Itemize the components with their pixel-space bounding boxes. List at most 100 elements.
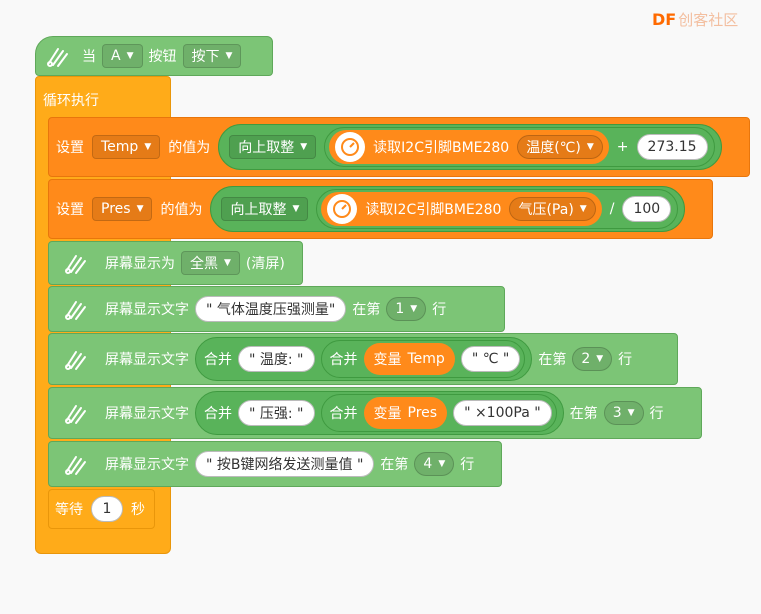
oled-screen-icon xyxy=(53,341,99,377)
pres-field-value: 气压(Pa) xyxy=(518,202,574,218)
line2-join2: 合并 xyxy=(329,352,358,368)
pres-sensor-read[interactable]: 读取I2C引脚BME280 气压(Pa) ▼ xyxy=(321,192,602,226)
hat-when: 当 xyxy=(82,49,96,65)
line3-row-value: 3 xyxy=(612,405,622,421)
chevron-down-icon: ▼ xyxy=(126,51,134,61)
pres-field-dropdown[interactable]: 气压(Pa) ▼ xyxy=(509,197,596,221)
line1-row-value: 1 xyxy=(395,301,405,317)
oled-screen-icon xyxy=(53,291,99,327)
temp-sum-expr[interactable]: 读取I2C引脚BME280 温度(℃) ▼ + 273.15 xyxy=(324,127,715,167)
var-temp-reporter[interactable]: 变量 Temp xyxy=(363,343,455,375)
line3-str1-input[interactable]: " 压强: " xyxy=(238,400,315,426)
line3-str2-input[interactable]: " ×100Pa " xyxy=(453,400,552,426)
oled-screen-icon xyxy=(53,245,99,281)
set-temp-value-of: 的值为 xyxy=(168,140,211,156)
chevron-down-icon: ▼ xyxy=(300,142,308,152)
display-line3-block[interactable]: 屏幕显示文字 合并 " 压强: " 合并 变量 Pres " ×100Pa " 在… xyxy=(48,387,702,439)
set-temp-label: 设置 xyxy=(56,140,84,156)
oled-screen-icon xyxy=(40,38,76,74)
line1-row-dropdown[interactable]: 1 ▼ xyxy=(386,297,427,321)
line1-row-suffix: 行 xyxy=(432,302,447,318)
line2-join-expr[interactable]: 合并 " 温度: " 合并 变量 Temp " ℃ " xyxy=(195,337,533,381)
var-name: Temp xyxy=(407,351,445,367)
temp-field-value: 温度(℃) xyxy=(526,140,581,156)
line2-row-dropdown[interactable]: 2 ▼ xyxy=(572,347,613,371)
temp-var-dropdown[interactable]: Temp ▼ xyxy=(92,135,161,159)
line4-label: 屏幕显示文字 xyxy=(105,457,189,473)
pres-var-dropdown[interactable]: Pres ▼ xyxy=(92,197,153,221)
clear-mode-dropdown[interactable]: 全黑 ▼ xyxy=(181,251,240,275)
line2-join2-expr[interactable]: 合并 变量 Temp " ℃ " xyxy=(320,340,526,378)
pres-round-expr[interactable]: 向上取整 ▼ 读取I2C引脚BME280 气压(Pa) ▼ / 100 xyxy=(210,186,686,232)
button-action-dropdown[interactable]: 按下 ▼ xyxy=(182,44,242,68)
pres-round-value: 向上取整 xyxy=(230,202,287,218)
clear-screen-block[interactable]: 屏幕显示为 全黑 ▼ (清屏) xyxy=(48,241,303,285)
line1-text-input[interactable]: " 气体温度压强测量" xyxy=(195,296,347,322)
set-pres-label: 设置 xyxy=(56,202,84,218)
line3-join-expr[interactable]: 合并 " 压强: " 合并 变量 Pres " ×100Pa " xyxy=(195,391,564,435)
clear-label: 屏幕显示为 xyxy=(105,256,175,272)
line2-at: 在第 xyxy=(538,352,567,368)
temp-sensor-read[interactable]: 读取I2C引脚BME280 温度(℃) ▼ xyxy=(329,130,609,164)
pres-op: / xyxy=(609,201,615,217)
set-pres-block[interactable]: 设置 Pres ▼ 的值为 向上取整 ▼ 读取I2C引脚BME280 气压(Pa) ▼… xyxy=(48,179,713,239)
line4-row-suffix: 行 xyxy=(460,457,475,473)
chevron-down-icon: ▼ xyxy=(292,204,300,214)
chevron-down-icon: ▼ xyxy=(225,51,233,61)
temp-round-dropdown[interactable]: 向上取整 ▼ xyxy=(229,135,317,159)
pres-read-label: 读取I2C引脚BME280 xyxy=(365,202,502,218)
chevron-down-icon: ▼ xyxy=(579,204,587,214)
hat-button-label: 按钮 xyxy=(148,49,177,65)
clear-mode-value: 全黑 xyxy=(190,256,218,272)
temp-field-dropdown[interactable]: 温度(℃) ▼ xyxy=(517,135,603,159)
clear-note: (清屏) xyxy=(245,256,285,272)
logo-suffix: 创客社区 xyxy=(678,11,739,29)
pres-div-expr[interactable]: 读取I2C引脚BME280 气压(Pa) ▼ / 100 xyxy=(316,189,679,229)
gauge-sensor-icon xyxy=(327,194,358,224)
gauge-sensor-icon xyxy=(335,132,366,162)
chevron-down-icon: ▼ xyxy=(136,204,144,214)
line3-join2-expr[interactable]: 合并 变量 Pres " ×100Pa " xyxy=(320,394,557,432)
display-line1-block[interactable]: 屏幕显示文字 " 气体温度压强测量" 在第 1 ▼ 行 xyxy=(48,286,505,332)
pres-var-value: Pres xyxy=(101,201,131,217)
pres-operand-input[interactable]: 100 xyxy=(622,196,672,222)
temp-op: + xyxy=(616,139,629,155)
button-action-value: 按下 xyxy=(191,49,220,65)
pres-round-dropdown[interactable]: 向上取整 ▼ xyxy=(221,197,309,221)
chevron-down-icon: ▼ xyxy=(410,304,418,314)
line4-row-dropdown[interactable]: 4 ▼ xyxy=(414,452,455,476)
chevron-down-icon: ▼ xyxy=(438,459,446,469)
chevron-down-icon: ▼ xyxy=(596,354,604,364)
display-line4-block[interactable]: 屏幕显示文字 " 按B键网络发送测量值 " 在第 4 ▼ 行 xyxy=(48,441,502,487)
wait-seconds-input[interactable]: 1 xyxy=(91,496,123,522)
wait-block[interactable]: 等待 1 秒 xyxy=(48,489,155,529)
chevron-down-icon: ▼ xyxy=(586,142,594,152)
line4-row-value: 4 xyxy=(423,456,433,472)
chevron-down-icon: ▼ xyxy=(144,142,152,152)
oled-screen-icon xyxy=(53,446,99,482)
button-key-dropdown[interactable]: A ▼ xyxy=(102,44,143,68)
chevron-down-icon: ▼ xyxy=(627,408,635,418)
line2-row-suffix: 行 xyxy=(618,352,633,368)
line3-join: 合并 xyxy=(204,406,232,422)
display-line2-block[interactable]: 屏幕显示文字 合并 " 温度: " 合并 变量 Temp " ℃ " 在第 2 ▼ … xyxy=(48,333,678,385)
line3-row-suffix: 行 xyxy=(649,406,664,422)
var-pres-reporter[interactable]: 变量 Pres xyxy=(363,397,448,429)
var-prefix: 变量 xyxy=(373,352,402,368)
set-temp-block[interactable]: 设置 Temp ▼ 的值为 向上取整 ▼ 读取I2C引脚BME280 温度(℃) ▼ … xyxy=(48,117,750,177)
hat-block[interactable]: 当 A ▼ 按钮 按下 ▼ xyxy=(35,36,273,76)
logo-brand: DF xyxy=(652,10,677,29)
temp-operand-input[interactable]: 273.15 xyxy=(636,134,708,160)
line3-row-dropdown[interactable]: 3 ▼ xyxy=(603,401,644,425)
temp-round-expr[interactable]: 向上取整 ▼ 读取I2C引脚BME280 温度(℃) ▼ + 273.15 xyxy=(218,124,722,170)
line2-str2-input[interactable]: " ℃ " xyxy=(460,346,521,372)
line1-at: 在第 xyxy=(352,302,381,318)
line2-join: 合并 xyxy=(204,352,232,368)
line2-str1-input[interactable]: " 温度: " xyxy=(238,346,315,372)
loop-label: 循环执行 xyxy=(43,93,99,109)
chevron-down-icon: ▼ xyxy=(224,258,231,268)
line3-at: 在第 xyxy=(569,406,598,422)
line4-at: 在第 xyxy=(380,457,409,473)
line4-text-input[interactable]: " 按B键网络发送测量值 " xyxy=(195,451,375,477)
var-name: Pres xyxy=(407,405,438,421)
